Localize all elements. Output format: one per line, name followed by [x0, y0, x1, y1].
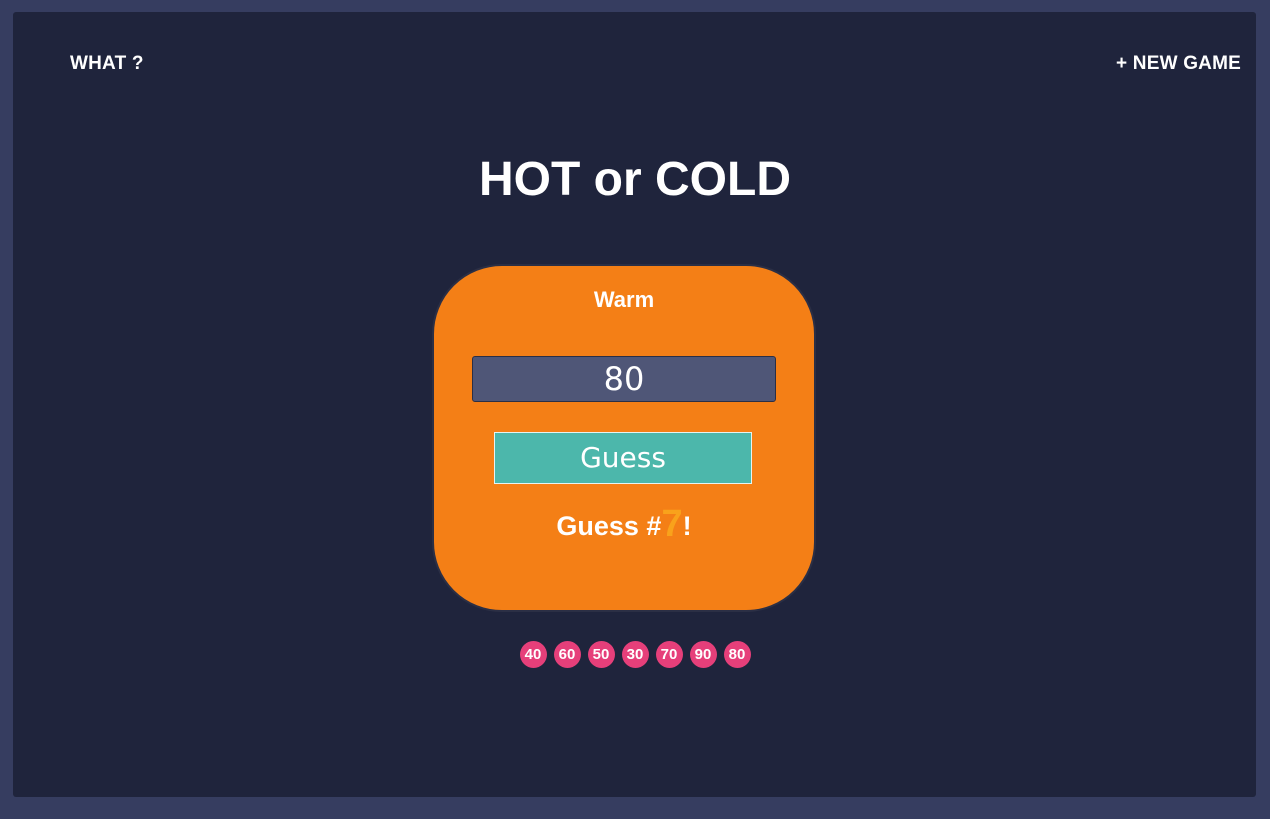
- guess-input[interactable]: [472, 356, 776, 402]
- history-chip: 40: [519, 641, 547, 668]
- what-link[interactable]: WHAT ?: [70, 52, 144, 76]
- game-card: Warm Guess Guess #7!: [432, 264, 816, 612]
- history-chip: 80: [723, 641, 751, 668]
- history-chip: 60: [553, 641, 581, 668]
- guess-history: 40 60 50 30 70 90 80: [0, 641, 1270, 668]
- feedback-text: Warm: [593, 287, 655, 312]
- history-chip: 50: [587, 641, 615, 668]
- new-game-link[interactable]: + NEW GAME: [1116, 52, 1241, 76]
- history-chip: 30: [621, 641, 649, 668]
- page-title: HOT or COLD: [479, 153, 791, 206]
- guess-count-number: 7: [661, 503, 683, 545]
- guess-button[interactable]: Guess: [494, 432, 752, 484]
- guess-count-prefix: Guess #: [556, 511, 662, 541]
- history-chip: 90: [689, 641, 717, 668]
- guess-count: Guess #7!: [434, 504, 814, 546]
- guess-count-suffix: !: [682, 511, 692, 541]
- history-chip: 70: [655, 641, 683, 668]
